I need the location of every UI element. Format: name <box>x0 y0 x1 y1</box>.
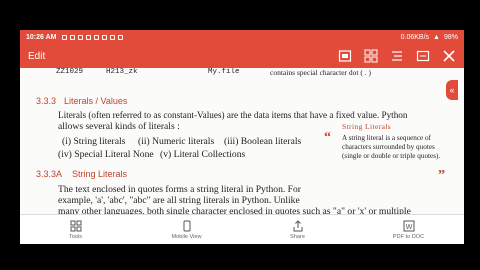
side-panel-toggle[interactable]: « <box>446 80 458 100</box>
edit-title[interactable]: Edit <box>28 51 45 62</box>
document-page[interactable]: ZZ1029 H213_zk My.file contains special … <box>20 68 464 234</box>
fit-page-icon[interactable] <box>416 49 430 63</box>
battery-level: 98% <box>443 33 458 41</box>
right-edge <box>464 0 480 270</box>
notification-icon <box>118 34 124 40</box>
close-quote-mark: ” <box>438 168 445 183</box>
system-nav-bar <box>20 244 464 270</box>
tools-button[interactable]: Tools <box>36 220 116 240</box>
pdf-to-doc-button[interactable]: W PDF to DOC <box>369 220 449 240</box>
doc-top-line: ZZ1029 <box>56 68 84 76</box>
definition-box: String Literals “ A string literal is a … <box>320 122 448 186</box>
page-layout-icon[interactable] <box>338 49 352 63</box>
share-button[interactable]: Share <box>258 220 338 240</box>
notification-icons <box>62 34 124 40</box>
share-icon <box>293 220 302 232</box>
notification-icon <box>94 34 100 40</box>
paragraph-line: The text enclosed in quotes forms a stri… <box>58 184 302 195</box>
paragraph-line: allows several kinds of literals : <box>58 121 180 132</box>
app-toolbar: Edit <box>20 44 464 68</box>
paragraph-line: example, 'a', 'abc', "abc" are all strin… <box>58 195 300 206</box>
doc-top-line: My.file <box>208 68 240 76</box>
pdf-to-doc-label: PDF to DOC <box>392 234 425 240</box>
svg-text:W: W <box>405 224 412 231</box>
notification-icon <box>62 34 68 40</box>
list-item: (iv) Special Literal None <box>58 149 154 160</box>
list-item: (iii) Boolean literals <box>224 136 302 147</box>
open-quote-mark: “ <box>324 130 331 145</box>
tools-label: Tools <box>68 234 83 240</box>
status-right: 0.06KB/s ▲ 98% <box>401 34 458 41</box>
signal-icon: ▲ <box>433 33 440 41</box>
bottom-action-bar: Tools Mobile View Share W PDF to DOC <box>20 214 464 245</box>
doc-top-line: H213_zk <box>106 68 138 76</box>
share-label: Share <box>290 234 305 240</box>
left-edge <box>0 0 20 270</box>
toolbar-actions <box>338 49 456 63</box>
mobile-view-icon <box>183 220 190 232</box>
collapse-icon: « <box>449 85 455 95</box>
notification-icon <box>86 34 92 40</box>
subsection-number: 3.3.3A <box>36 169 63 179</box>
notification-icon <box>110 34 116 40</box>
notification-icon <box>102 34 108 40</box>
paragraph-line: Literals (often referred to as constant-… <box>58 110 408 120</box>
status-bar: 10:26 AM 0.06KB/s ▲ 98% <box>20 30 464 44</box>
notification-icon <box>70 34 76 40</box>
network-speed: 0.06KB/s <box>400 33 430 41</box>
grid-view-icon[interactable] <box>364 49 378 63</box>
doc-top-line: contains special character dot ( . ) <box>270 68 371 77</box>
list-item: (i) String literals <box>62 136 126 147</box>
status-time: 10:26 AM <box>26 33 57 41</box>
section-heading: Literals / Values <box>64 96 128 106</box>
mobile-view-label: Mobile View <box>171 234 202 240</box>
pdf-to-doc-icon: W <box>403 220 414 232</box>
list-item: (v) Literal Collections <box>160 149 246 160</box>
close-icon[interactable] <box>442 49 456 63</box>
tools-icon <box>70 220 81 232</box>
definition-title: String Literals <box>342 122 392 131</box>
definition-text: A string literal is a sequence of charac… <box>342 134 441 160</box>
section-number: 3.3.3 <box>36 96 57 106</box>
list-item: (ii) Numeric literals <box>138 136 215 147</box>
subsection-heading: String Literals <box>72 169 128 179</box>
mobile-view-button[interactable]: Mobile View <box>147 220 227 240</box>
notification-icon <box>78 34 84 40</box>
outline-icon[interactable] <box>390 49 404 63</box>
